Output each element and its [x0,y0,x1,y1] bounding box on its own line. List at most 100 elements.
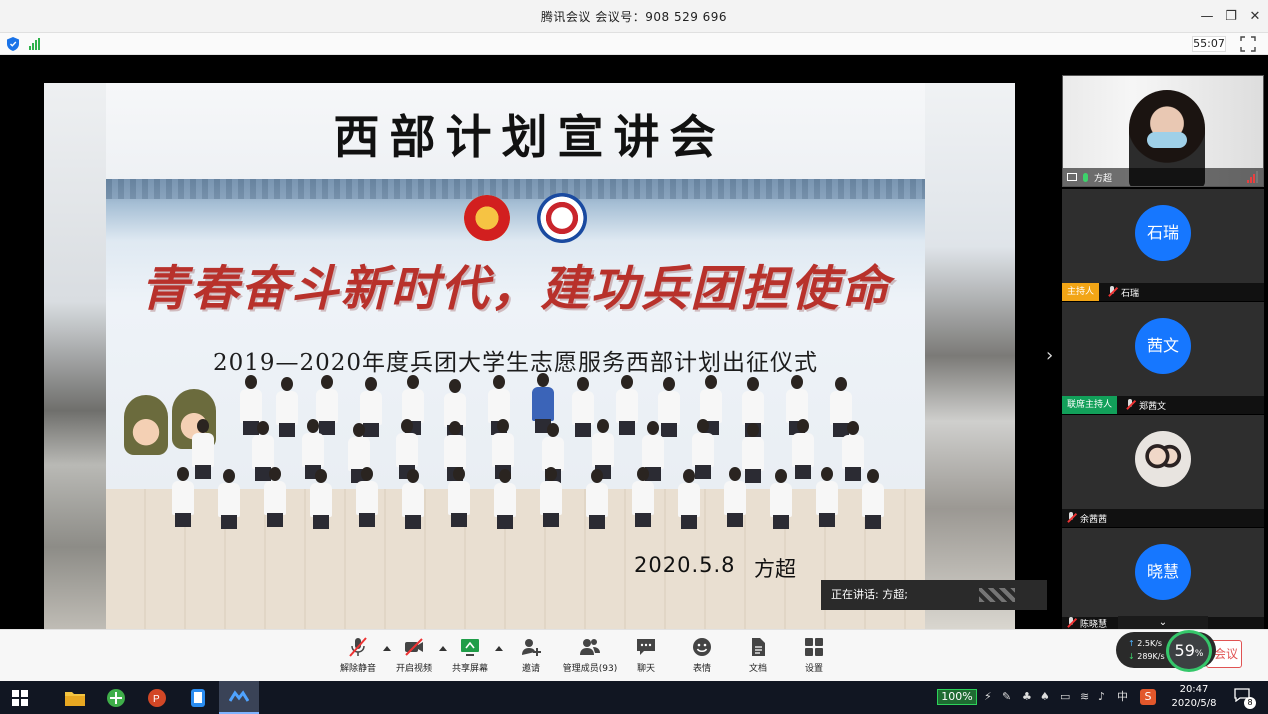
pen-icon[interactable]: ✎ [1002,689,1011,705]
video-tile-namebar: 方超 [1063,168,1263,186]
participant-tile[interactable]: 余茜茜 [1062,415,1264,527]
emoji-label: 表情 [692,664,711,674]
chat-label: 聊天 [636,664,655,674]
participant-name: 余茜茜 [1080,514,1108,525]
slide-slogan: 青春奋斗新时代，建功兵团担使命 [140,261,891,317]
window-title: 腾讯会议 会议号：908 529 696 [540,9,728,24]
ime-indicator[interactable]: 中 [1117,689,1128,705]
members-icon [580,639,600,655]
battery-tray-icon[interactable]: ▭ [1060,689,1070,705]
invite-label: 邀请 [521,664,540,674]
shared-slide: 西部计划宣讲会 青春奋斗新时代，建功兵团担使命 2019—2020年度兵团大学生… [44,83,1015,629]
participant-namebar: 联席主持人 郑茜文 [1062,396,1264,414]
emoji-button[interactable]: 表情 [676,636,728,680]
taskbar-tablet-app[interactable] [178,681,218,714]
cpu-usage-suffix: % [1194,649,1204,659]
slide-subtitle: 2019—2020年度兵团大学生志愿服务西部计划出征仪式 [212,350,819,376]
volunteer-emblem-icon [537,193,587,243]
photo-person [816,467,838,527]
photo-person [494,469,516,529]
docs-label: 文档 [748,664,767,674]
photo-person [862,469,884,529]
audio-wave-icon [979,588,1015,602]
participant-tile[interactable]: 晓慧 陈晓慧 [1062,528,1264,630]
photo-person [632,467,654,527]
avatar [1135,431,1191,487]
video-tile-speaker[interactable]: 方超 [1062,75,1264,187]
participant-tile[interactable]: 茜文 联席主持人 郑茜文 [1062,302,1264,414]
share-screen-icon [461,639,479,656]
taskbar-browser[interactable] [96,681,136,714]
document-icon [752,638,765,656]
start-video-label: 开启视频 [395,664,432,674]
participant-name: 郑茜文 [1139,401,1167,412]
unmute-label: 解除静音 [339,664,376,674]
slide-date: 2020.5.8 [634,553,736,577]
title-bar: 腾讯会议 会议号：908 529 696 — ❐ ✕ [0,0,1268,33]
tencent-meeting-icon [229,689,249,702]
windows-taskbar: P 100% ⚡ ✎ ♣ ♠ ▭ ≋ ♪ 中 S 20:47 2020/5/8 … [0,681,1268,714]
settings-button[interactable]: 设置 [788,636,840,680]
close-button[interactable]: ✕ [1240,0,1268,33]
emoji-icon [693,638,711,656]
manage-members-label: 管理成员(93) [562,664,618,674]
taskbar-tencent-meeting[interactable] [219,681,259,714]
meeting-controls: 解除静音 开启视频 共享屏幕 邀请 管理成员(93) 聊天 表情 文档 设置 [0,629,1268,681]
youth-league-emblem-icon [464,195,510,241]
shield-icon[interactable] [7,37,19,51]
cohost-badge: 联席主持人 [1062,396,1118,414]
mic-muted-icon [1066,617,1076,629]
participant-tile[interactable]: 石瑞 主持人 石瑞 [1062,189,1264,301]
chat-icon [637,639,655,655]
browser-icon [107,688,125,707]
host-badge: 主持人 [1062,283,1100,301]
banner-scaffold [106,179,925,199]
collapse-panel-button[interactable]: ⌄ [1118,616,1208,630]
share-options-caret-icon[interactable] [495,646,503,651]
face-mask [1147,132,1187,148]
svg-text:P: P [153,694,160,705]
photo-person [218,469,240,529]
mic-muted-icon [1107,286,1117,298]
panel-expand-icon[interactable]: › [1046,345,1053,366]
tray-app-icon[interactable]: ♣ [1022,689,1032,705]
cpu-usage-value: 59 [1174,641,1195,660]
cpu-usage-gauge[interactable]: 59% [1166,630,1212,672]
unmute-button[interactable]: 解除静音 [332,636,384,680]
docs-button[interactable]: 文档 [732,636,784,680]
action-center-button[interactable]: 8 [1234,687,1256,709]
wifi-icon[interactable]: ≋ [1080,689,1089,705]
photo-person [792,419,814,479]
network-signal-icon[interactable] [29,38,40,50]
photo-person [724,467,746,527]
chat-button[interactable]: 聊天 [620,636,672,680]
settings-label: 设置 [804,664,823,674]
volume-icon[interactable]: ♪ [1098,689,1105,705]
meeting-timer: 55:07 [1192,36,1226,52]
photo-person [586,469,608,529]
invite-button[interactable]: 邀请 [505,636,557,680]
tray-app2-icon[interactable]: ♠ [1040,689,1050,705]
video-tile-name: 方超 [1094,173,1113,184]
participant-namebar: 主持人 石瑞 [1062,283,1264,301]
photo-person [678,469,700,529]
ime-app-icon[interactable]: S [1140,689,1156,705]
share-screen-button[interactable]: 共享屏幕 [444,636,496,680]
taskbar-powerpoint[interactable]: P [137,681,177,714]
system-clock[interactable]: 20:47 2020/5/8 [1166,683,1222,711]
weak-signal-icon [1247,171,1258,183]
start-button[interactable] [0,681,40,714]
battery-indicator[interactable]: 100% [937,689,977,705]
meeting-status-row: 55:07 [0,33,1268,55]
taskbar-file-explorer[interactable] [55,681,95,714]
fullscreen-icon[interactable] [1240,36,1256,52]
photo-person [276,377,298,437]
photo-person [356,467,378,527]
download-speed: 289K/s [1137,652,1165,661]
photo-person [616,375,638,435]
power-plug-icon[interactable]: ⚡ [984,689,992,705]
shared-screen-area: 西部计划宣讲会 青春奋斗新时代，建功兵团担使命 2019—2020年度兵团大学生… [0,55,1268,630]
manage-members-button[interactable]: 管理成员(93) [562,636,618,680]
start-video-button[interactable]: 开启视频 [388,636,440,680]
windows-logo-icon [12,689,28,706]
